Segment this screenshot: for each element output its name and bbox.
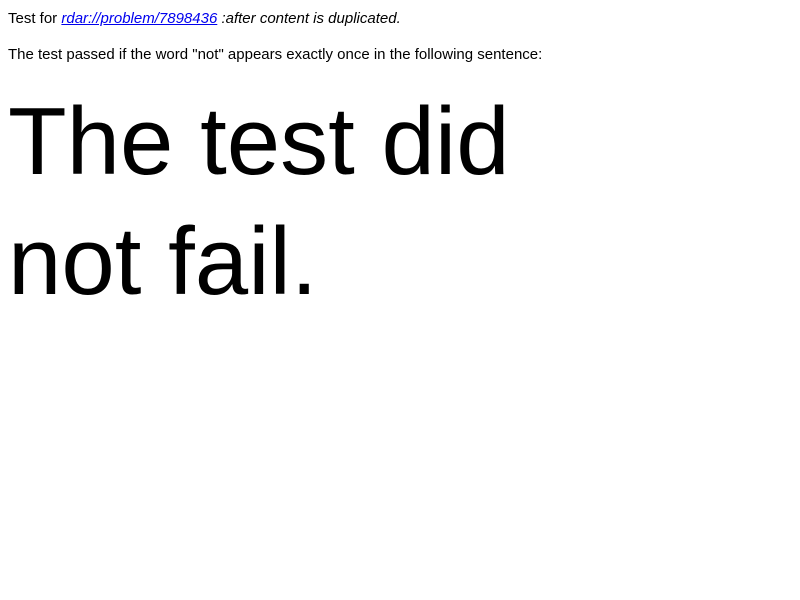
result-sentence: The test did not fail.	[8, 82, 568, 322]
test-title-suffix: :after content is duplicated.	[217, 10, 401, 27]
result-sentence-part1: The test did	[8, 88, 510, 195]
result-sentence-part2: not fail.	[8, 208, 318, 315]
test-title-prefix: Test for	[8, 10, 62, 27]
page: Test for rdar://problem/7898436 :after c…	[0, 0, 800, 600]
test-title: Test for rdar://problem/7898436 :after c…	[8, 8, 792, 29]
test-instructions: The test passed if the word "not" appear…	[8, 46, 543, 63]
problem-link[interactable]: rdar://problem/7898436	[61, 10, 217, 27]
